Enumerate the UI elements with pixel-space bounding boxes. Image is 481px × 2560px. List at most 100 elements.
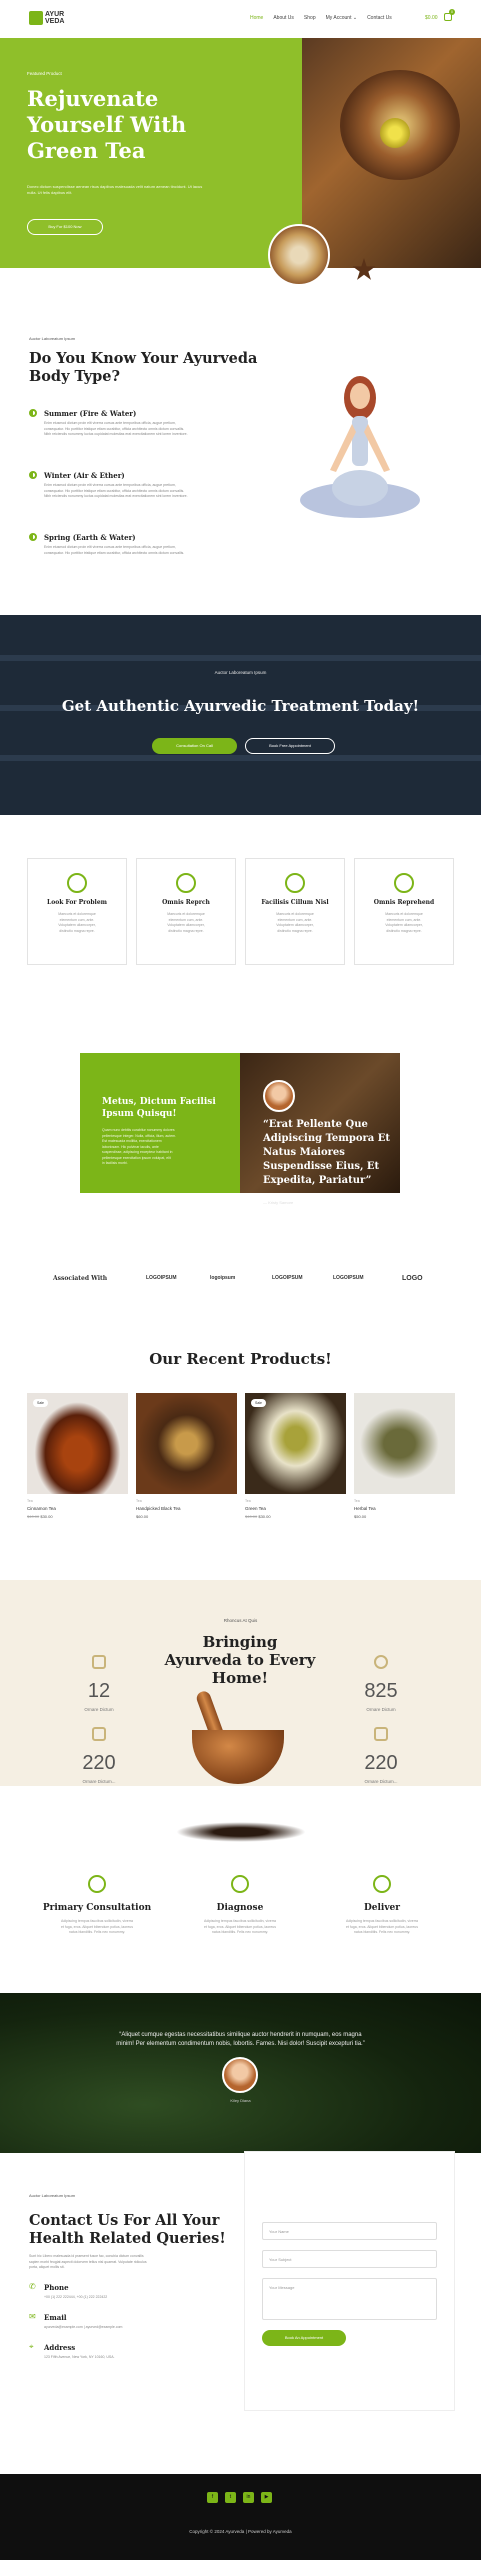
partner-logo: LOGOIPSUM: [333, 1275, 364, 1281]
truck-icon: [373, 1875, 391, 1893]
email-label: Email: [44, 2313, 67, 2322]
nav-shop[interactable]: Shop: [304, 15, 316, 21]
testimonial-quote: “Aliquet cumque egestas necessitatibus s…: [116, 2032, 365, 2047]
spice-plate-image: [268, 224, 330, 286]
product-image[interactable]: [136, 1393, 237, 1494]
stats-label: Rhoncus At Quis: [223, 1618, 258, 1623]
product-card[interactable]: Sale Tea Green Tea $40.00 $30.00: [245, 1393, 346, 1519]
treatment-banner: [0, 615, 481, 815]
treatment-label-text: Auctor Laboreatum Ipsum: [214, 670, 267, 675]
quote-author: — Kristy Samore: [263, 1200, 294, 1205]
stats-title: Bringing Ayurveda to Every Home!: [164, 1633, 316, 1687]
product-image[interactable]: [27, 1393, 128, 1494]
product-image[interactable]: [354, 1393, 455, 1494]
dosha-spring-desc: Enim eiusmod dictum proin elit viverra c…: [44, 545, 185, 555]
nav-home[interactable]: Home: [250, 15, 263, 21]
stat-label: Ornare Dictum: [366, 1707, 396, 1712]
dosha-spring-title: Spring (Earth & Water): [44, 533, 136, 542]
location-icon: ⌖: [29, 2342, 34, 2351]
shelf: [0, 655, 481, 661]
hero-buy-button[interactable]: Buy For $100 Now: [27, 219, 103, 235]
stat-number: 12: [87, 1680, 111, 1702]
bottle-icon: [92, 1727, 106, 1741]
stat-label: Ornare Dictum...: [364, 1779, 398, 1784]
address-value: 123 Fifth Avenue, New York, NY 10160, US…: [44, 2355, 115, 2359]
split-green-panel: [80, 1053, 240, 1193]
name-input[interactable]: Your Name: [262, 2222, 437, 2240]
treatment-title: Get Authentic Ayurvedic Treatment Today!: [61, 697, 420, 715]
cart-total[interactable]: $0.00: [425, 15, 438, 21]
product-name[interactable]: Green Tea: [245, 1506, 346, 1511]
product-name[interactable]: Handpicked Black Tea: [136, 1506, 237, 1511]
box-icon: [374, 1727, 388, 1741]
partner-logo: LOGOIPSUM: [272, 1275, 303, 1281]
nav-account[interactable]: My Account ⌄: [326, 15, 357, 21]
dosha-label: Auctor Laboreatum Ipsum: [29, 336, 76, 341]
meditating-woman-image: [300, 376, 420, 518]
address-label: Address: [44, 2343, 76, 2352]
nav-about[interactable]: About Us: [273, 15, 294, 21]
chart-icon: [92, 1655, 106, 1669]
stat-number: 825: [364, 1680, 398, 1702]
consultation-button[interactable]: Consultation On Call: [152, 738, 237, 754]
shelf: [0, 755, 481, 761]
feature-card: Omnis Reprch Maecuris et doloremque eleme…: [136, 858, 236, 965]
feature-card: Facilisis Cillum Nisl Maecuris et dolore…: [245, 858, 345, 965]
dosha-summer-title: Summer (Fire & Water): [44, 409, 137, 418]
phone-value[interactable]: +00 (1) 222 222444, +00 (1) 222 222422: [44, 2295, 107, 2301]
product-card[interactable]: Sale Tea Cinnamon Tea $40.00 $30.00: [27, 1393, 128, 1519]
bottle-icon: [176, 873, 196, 893]
phone-icon: ✆: [29, 2282, 36, 2291]
subject-input[interactable]: Your Subject: [262, 2250, 437, 2268]
leaf-icon: [29, 533, 37, 541]
main-nav: Home About Us Shop My Account ⌄ Contact Us: [250, 15, 402, 21]
product-card[interactable]: Tea Handpicked Black Tea $60.00: [136, 1393, 237, 1519]
email-value[interactable]: ayurveda@example.com | ayurved@example.c…: [44, 2325, 122, 2331]
phone-label: Phone: [44, 2283, 69, 2292]
service-item: Primary Consultation Adipiscing tempus f…: [37, 1875, 157, 1936]
stat-number: 220: [82, 1752, 116, 1774]
logo[interactable]: AYUR VEDA: [45, 11, 64, 25]
clipboard-icon: [88, 1875, 106, 1893]
product-card[interactable]: Tea Herbal Tea $50.00: [354, 1393, 455, 1519]
logo-icon[interactable]: [29, 11, 43, 25]
hero-description: Donec dictum suspendisse aenean risus da…: [27, 184, 203, 195]
leaf-icon: [394, 873, 414, 893]
linkedin-icon[interactable]: in: [243, 2492, 254, 2503]
heart-icon: [67, 873, 87, 893]
sale-badge: Sale: [33, 1399, 49, 1407]
hero-title: Rejuvenate Yourself With Green Tea: [27, 86, 187, 163]
youtube-icon[interactable]: ▶: [261, 2492, 272, 2503]
facebook-icon[interactable]: f: [207, 2492, 218, 2503]
twitter-icon[interactable]: t: [225, 2492, 236, 2503]
contact-description: Sunt hic Libero malesuada id praesent fu…: [29, 2254, 147, 2269]
copyright: Copyright © 2024 Ayurveda | Powered by A…: [189, 2529, 292, 2534]
email-icon: ✉: [29, 2312, 36, 2321]
product-name[interactable]: Herbal Tea: [354, 1506, 455, 1511]
product-name[interactable]: Cinnamon Tea: [27, 1506, 128, 1511]
footer: [0, 2474, 481, 2560]
moon-icon: [29, 471, 37, 479]
feature-card: Look For Problem Maecuris et doloremque e…: [27, 858, 127, 965]
submit-button[interactable]: Book An Appointment: [262, 2330, 346, 2346]
contact-label: Auctor Laboreatum Ipsum: [29, 2193, 76, 2198]
dosha-winter-desc: Enim eiusmod dictum proin elit viverra c…: [44, 483, 188, 498]
partner-logo: LOGOIPSUM: [146, 1275, 177, 1281]
associated-label: Associated With: [53, 1275, 108, 1282]
partner-logo: LOGO: [402, 1275, 423, 1282]
stat-number: 220: [364, 1752, 398, 1774]
message-textarea[interactable]: Your Message: [262, 2278, 437, 2320]
contact-title: Contact Us For All Your Health Related Qu…: [29, 2212, 226, 2247]
service-item: Diagnose Adipiscing tempus faucibus soll…: [180, 1875, 300, 1936]
dosha-summer-desc: Enim eiusmod dictum proin elit viverra c…: [44, 421, 188, 436]
stat-label: Ornare Dictum: [84, 1707, 114, 1712]
products-title: Our Recent Products!: [149, 1350, 332, 1368]
appointment-button[interactable]: Book Free Appointment: [245, 738, 335, 754]
cart-count: 0: [449, 9, 455, 15]
nav-contact[interactable]: Contact Us: [367, 15, 392, 21]
feature-card: Omnis Reprehend Maecuris et doloremque el…: [354, 858, 454, 965]
dosha-winter-title: Winter (Air & Ether): [44, 471, 125, 480]
sale-badge: Sale: [251, 1399, 267, 1407]
split-quote: “Erat Pellente Que Adipiscing Tempora Et N…: [263, 1119, 390, 1186]
product-image[interactable]: [245, 1393, 346, 1494]
